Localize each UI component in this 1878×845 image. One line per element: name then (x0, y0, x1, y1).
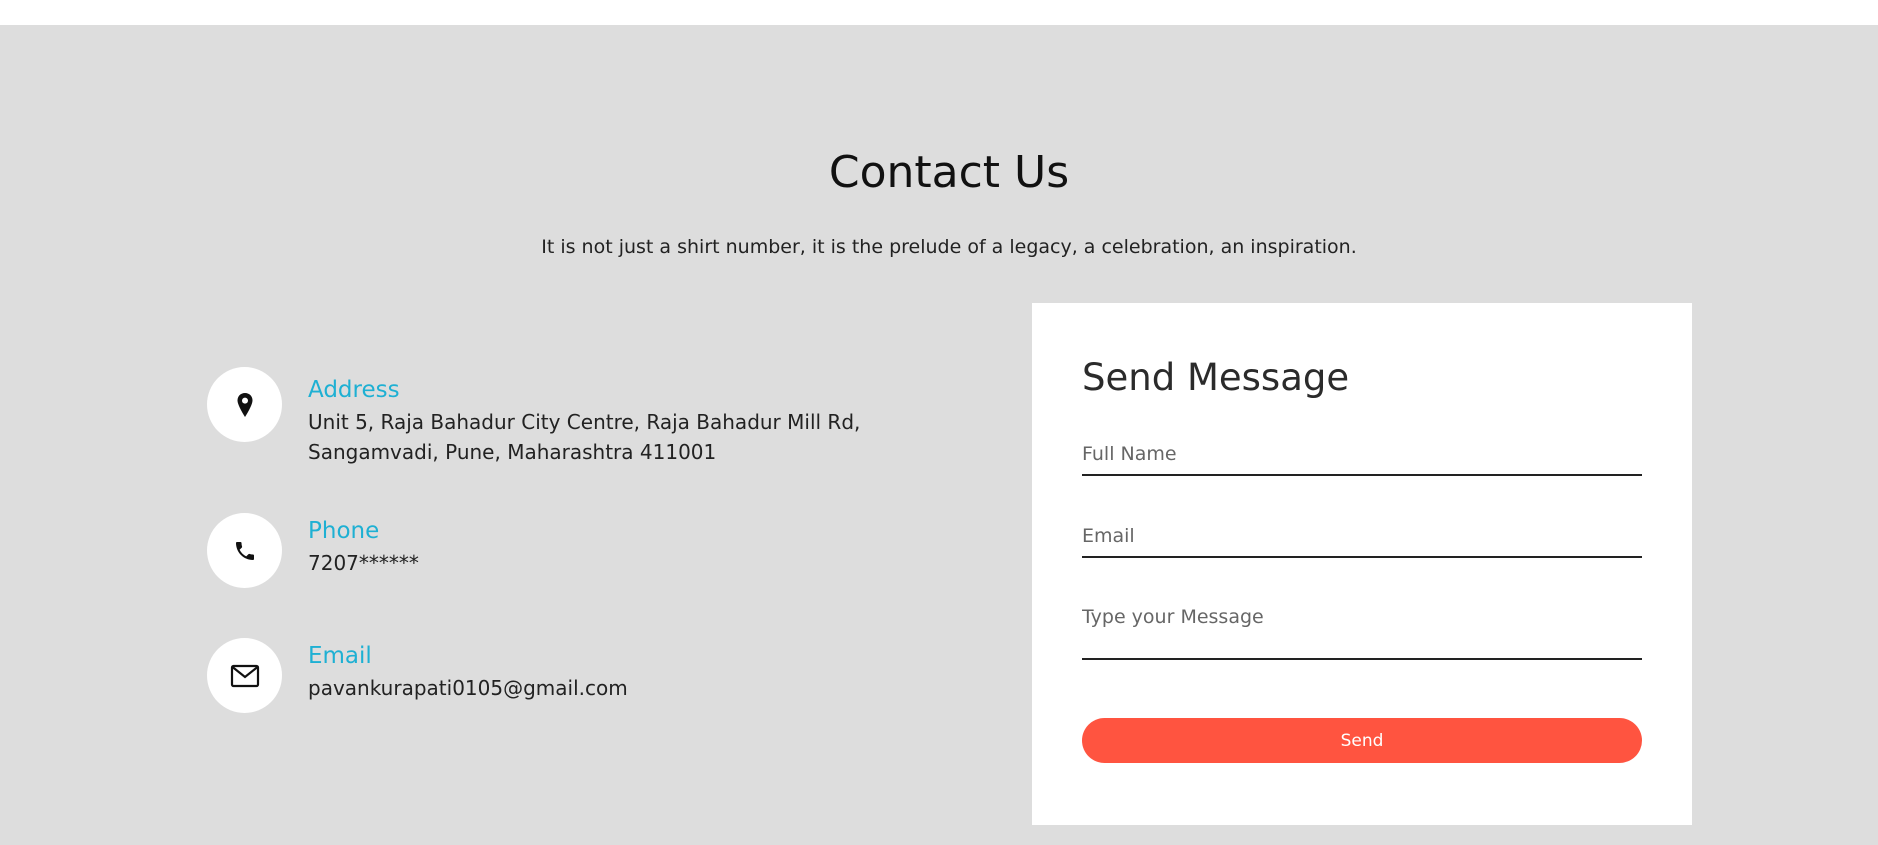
phone-icon-circle (207, 513, 282, 588)
phone-value: 7207****** (308, 551, 419, 575)
send-button[interactable]: Send (1082, 718, 1642, 763)
address-line-2: Sangamvadi, Pune, Maharashtra 411001 (308, 440, 717, 464)
send-message-form: Send Message Send (1032, 303, 1692, 825)
message-textarea[interactable] (1082, 606, 1642, 660)
page-title: Contact Us (828, 147, 1070, 198)
email-input[interactable] (1082, 524, 1642, 558)
map-pin-icon (237, 392, 252, 417)
address-icon-circle (207, 367, 282, 442)
phone-icon (235, 541, 254, 560)
address-heading: Address (308, 377, 400, 403)
top-strip (0, 0, 1878, 25)
email-icon-circle (207, 638, 282, 713)
envelope-icon (230, 664, 259, 687)
phone-heading: Phone (308, 518, 380, 544)
address-line-1: Unit 5, Raja Bahadur City Centre, Raja B… (308, 410, 861, 434)
form-title: Send Message (1082, 356, 1350, 399)
email-value[interactable]: pavankurapati0105@gmail.com (308, 673, 628, 703)
full-name-input[interactable] (1082, 442, 1642, 476)
email-heading: Email (308, 643, 372, 669)
page-subtitle: It is not just a shirt number, it is the… (541, 236, 1357, 258)
contact-section: Contact Us It is not just a shirt number… (0, 25, 1878, 845)
